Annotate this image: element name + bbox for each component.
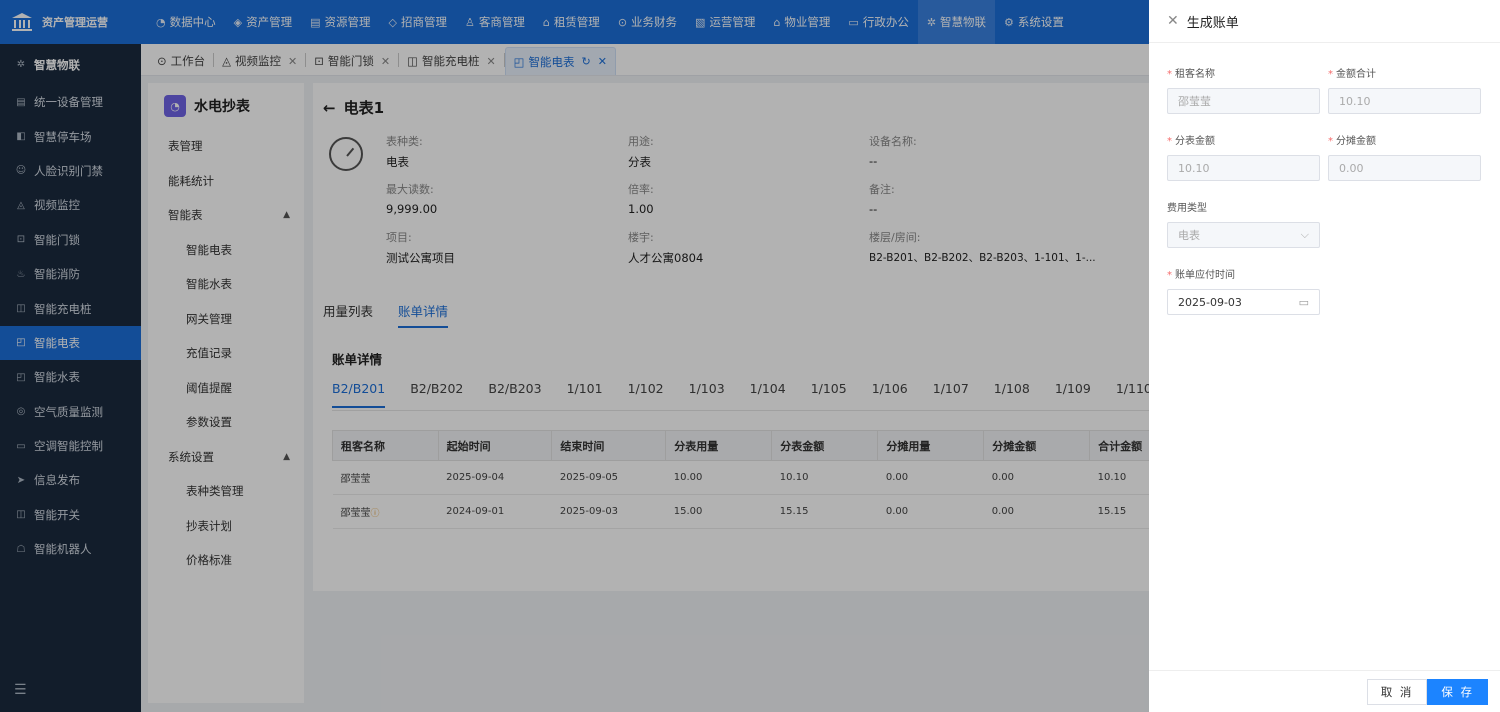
field-label: * 账单应付时间	[1167, 270, 1235, 281]
total-input[interactable]: 10.10	[1328, 88, 1481, 114]
modal-overlay[interactable]	[0, 0, 1149, 712]
tenant-field: * 租客名称 邵莹莹	[1167, 65, 1320, 114]
due-date-field: * 账单应付时间 2025-09-03 ▭	[1167, 266, 1320, 315]
label-text: 分摊金额	[1336, 136, 1376, 147]
label-text: 金额合计	[1336, 69, 1376, 80]
fee-type-select[interactable]: 电表 ⌵	[1167, 222, 1320, 248]
field-label: * 租客名称	[1167, 69, 1215, 80]
sub-amount-input[interactable]: 10.10	[1167, 155, 1320, 181]
total-field: * 金额合计 10.10	[1328, 65, 1481, 114]
select-value: 电表	[1178, 229, 1200, 242]
share-amount-field: * 分摊金额 0.00	[1328, 132, 1481, 181]
drawer-header: ✕ 生成账单	[1149, 0, 1500, 43]
field-label: * 分表金额	[1167, 136, 1215, 147]
generate-bill-drawer: ✕ 生成账单 * 租客名称 邵莹莹 * 金额合计 10.10 * 分表金额 10.10…	[1149, 0, 1500, 712]
label-text: 账单应付时间	[1175, 270, 1235, 281]
cancel-button[interactable]: 取 消	[1366, 678, 1428, 705]
sub-amount-field: * 分表金额 10.10	[1167, 132, 1320, 181]
drawer-title: 生成账单	[1186, 15, 1239, 31]
date-value: 2025-09-03	[1178, 295, 1242, 309]
label-text: 租客名称	[1175, 69, 1215, 80]
due-date-picker[interactable]: 2025-09-03 ▭	[1167, 289, 1320, 315]
chevron-down-icon: ⌵	[1300, 228, 1309, 241]
save-button[interactable]: 保 存	[1427, 678, 1488, 705]
label-text: 分表金额	[1175, 136, 1215, 147]
tenant-input[interactable]: 邵莹莹	[1167, 88, 1320, 114]
close-icon[interactable]: ✕	[1167, 13, 1179, 29]
calendar-icon: ▭	[1298, 295, 1309, 309]
fee-type-field: 费用类型 电表 ⌵	[1167, 199, 1320, 248]
field-label: * 金额合计	[1328, 69, 1376, 80]
field-label: 费用类型	[1167, 203, 1207, 214]
drawer-footer: 取 消 保 存	[1149, 670, 1500, 712]
field-label: * 分摊金额	[1328, 136, 1376, 147]
share-amount-input[interactable]: 0.00	[1328, 155, 1481, 181]
